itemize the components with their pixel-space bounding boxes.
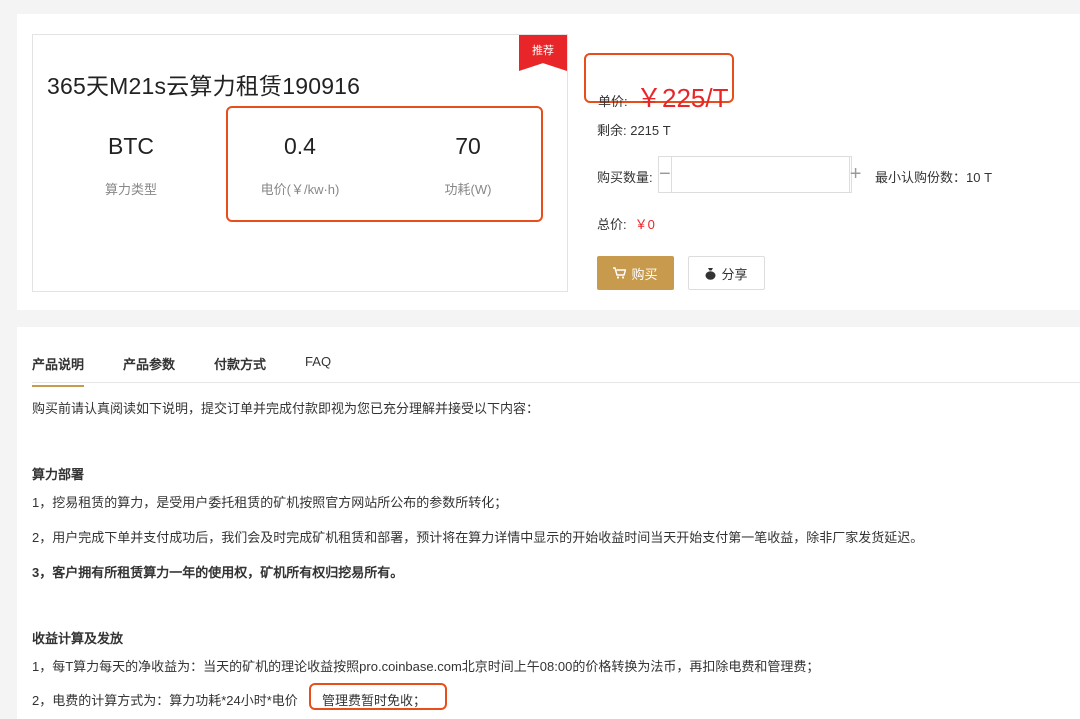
buy-label: 购买 <box>631 266 658 282</box>
list-item: 1，每T算力每天的净收益为：当天的矿机的理论收益按照pro.coinbase.c… <box>32 659 820 674</box>
remaining-amount: 剩余: 2215 T <box>597 123 671 138</box>
buy-button[interactable]: 购买 <box>597 256 674 290</box>
money-bag-icon <box>705 267 716 280</box>
decrease-button[interactable]: − <box>659 157 672 192</box>
total-value: ￥0 <box>634 217 655 232</box>
tab-divider <box>32 382 1080 383</box>
product-details-panel: 产品说明 产品参数 付款方式 FAQ 购买前请认真阅读如下说明，提交订单并完成付… <box>17 327 1080 719</box>
total-label: 总价: <box>597 217 627 232</box>
list-item: 1，挖易租赁的算力，是受用户委托租赁的矿机按照官方网站所公布的参数所转化； <box>32 495 508 510</box>
stat-hash-type: BTC 算力类型 <box>71 133 191 198</box>
list-item: 3，客户拥有所租赁算力一年的使用权，矿机所有权归挖易所有。 <box>32 565 404 580</box>
section-title: 收益计算及发放 <box>32 631 124 646</box>
share-button[interactable]: 分享 <box>688 256 765 290</box>
price-value: ￥225/T <box>636 83 729 113</box>
list-item: 2，用户完成下单并支付成功后，我们会及时完成矿机租赁和部署，预计将在算力详情中显… <box>32 530 924 545</box>
product-summary-panel: 推荐 365天M21s云算力租赁190916 BTC 算力类型 0.4 电价(￥… <box>17 14 1080 310</box>
product-card: 推荐 365天M21s云算力租赁190916 BTC 算力类型 0.4 电价(￥… <box>32 34 568 292</box>
price-label: 单价: <box>598 94 628 109</box>
stat-label: 算力类型 <box>104 182 157 197</box>
product-title: 365天M21s云算力租赁190916 <box>47 73 361 99</box>
list-item: 2，电费的计算方式为：算力功耗*24小时*电价 <box>32 693 298 708</box>
total-price: 总价: ￥0 <box>597 214 655 233</box>
increase-button[interactable]: + <box>848 157 861 192</box>
share-label: 分享 <box>721 266 748 282</box>
highlight-box <box>309 683 447 710</box>
quantity-stepper: − + <box>658 156 861 193</box>
cart-icon <box>613 267 627 279</box>
stat-value: BTC <box>108 133 154 159</box>
intro-text: 购买前请认真阅读如下说明，提交订单并完成付款即视为您已充分理解并接受以下内容： <box>32 401 540 416</box>
highlight-box <box>226 106 543 222</box>
quantity-input[interactable] <box>671 157 849 192</box>
section-title: 算力部署 <box>32 467 85 482</box>
recommend-badge: 推荐 <box>519 35 567 71</box>
quantity-label: 购买数量: <box>597 170 653 185</box>
minimum-purchase: 最小认购份数：10 T <box>875 170 993 185</box>
